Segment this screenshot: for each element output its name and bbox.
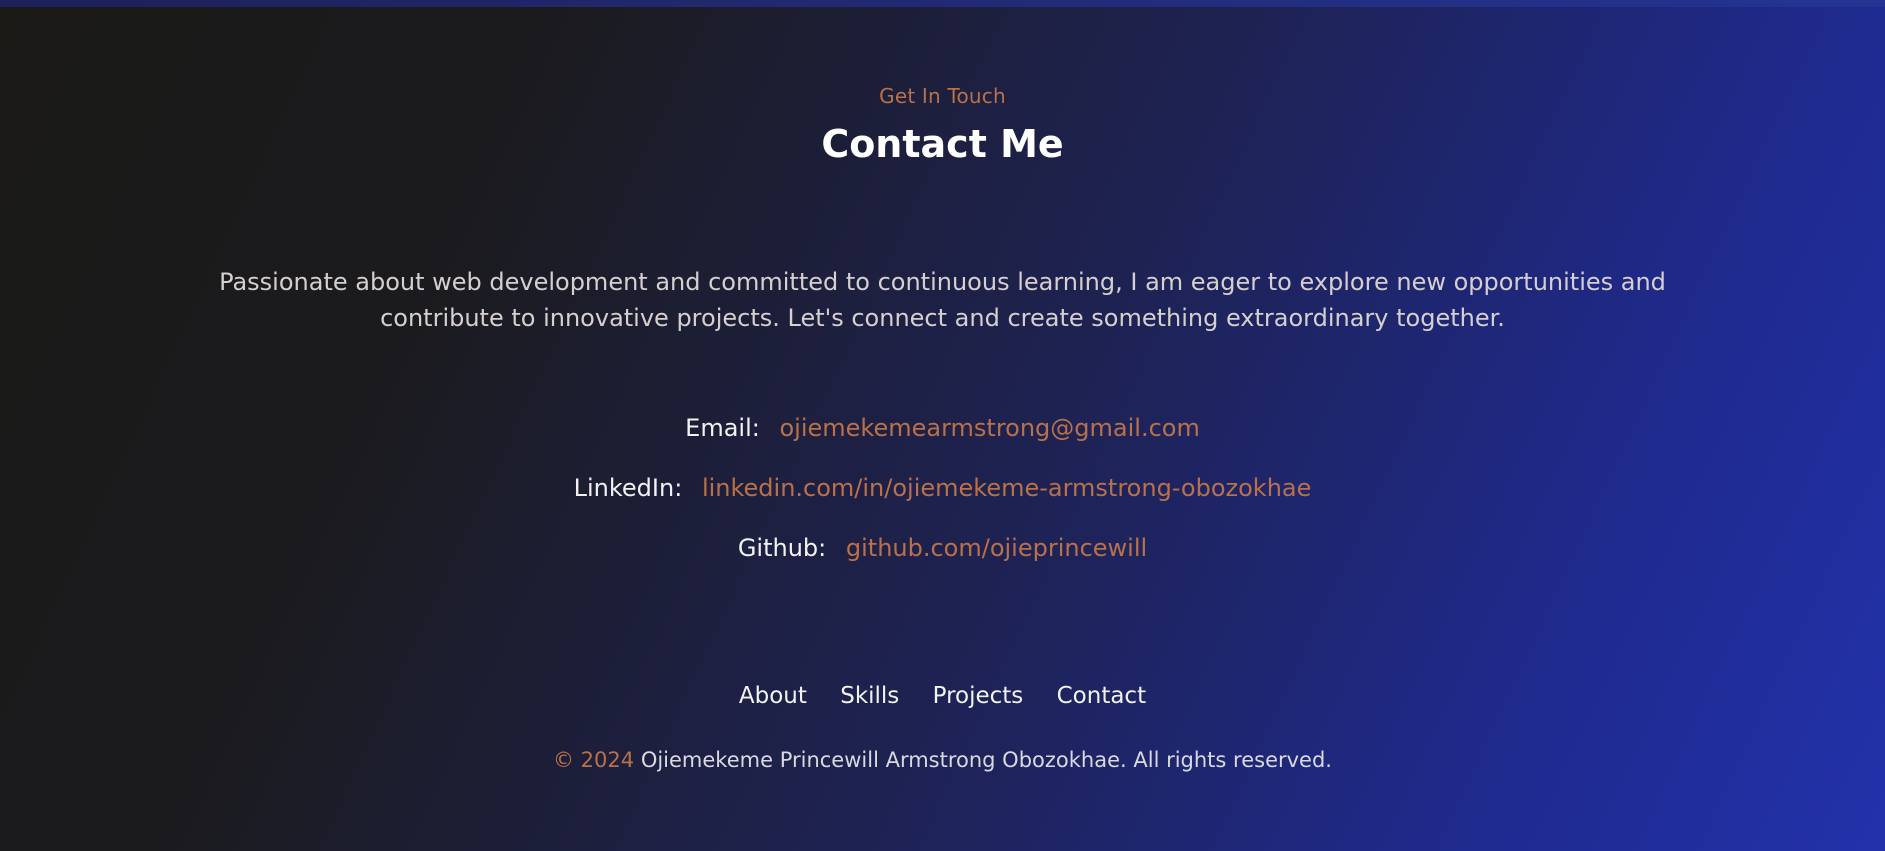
footer-nav-projects[interactable]: Projects <box>933 683 1024 709</box>
email-row: Email: ojiemekemearmstrong@gmail.com <box>0 414 1885 442</box>
copyright: © 2024 Ojiemekeme Princewill Armstrong O… <box>0 748 1885 772</box>
footer-nav: About Skills Projects Contact <box>0 683 1885 709</box>
github-label: Github: <box>737 534 827 562</box>
footer-nav-skills[interactable]: Skills <box>840 683 899 709</box>
email-link[interactable]: ojiemekemearmstrong@gmail.com <box>779 414 1199 442</box>
github-link[interactable]: github.com/ojieprincewill <box>846 534 1147 562</box>
linkedin-label: LinkedIn: <box>573 474 683 502</box>
section-eyebrow: Get In Touch <box>879 84 1006 108</box>
section-title: Contact Me <box>821 122 1064 166</box>
github-row: Github: github.com/ojieprincewill <box>0 534 1885 562</box>
linkedin-row: LinkedIn: linkedin.com/in/ojiemekeme-arm… <box>0 474 1885 502</box>
footer-nav-contact[interactable]: Contact <box>1057 683 1146 709</box>
footer-nav-about[interactable]: About <box>739 683 807 709</box>
copyright-year: © 2024 <box>553 748 635 772</box>
linkedin-link[interactable]: linkedin.com/in/ojiemekeme-armstrong-obo… <box>702 474 1311 502</box>
email-label: Email: <box>685 414 760 442</box>
contact-section: Get In Touch Contact Me Passionate about… <box>0 0 1885 851</box>
contact-intro-text: Passionate about web development and com… <box>219 268 1666 332</box>
copyright-text: Ojiemekeme Princewill Armstrong Obozokha… <box>640 748 1332 772</box>
